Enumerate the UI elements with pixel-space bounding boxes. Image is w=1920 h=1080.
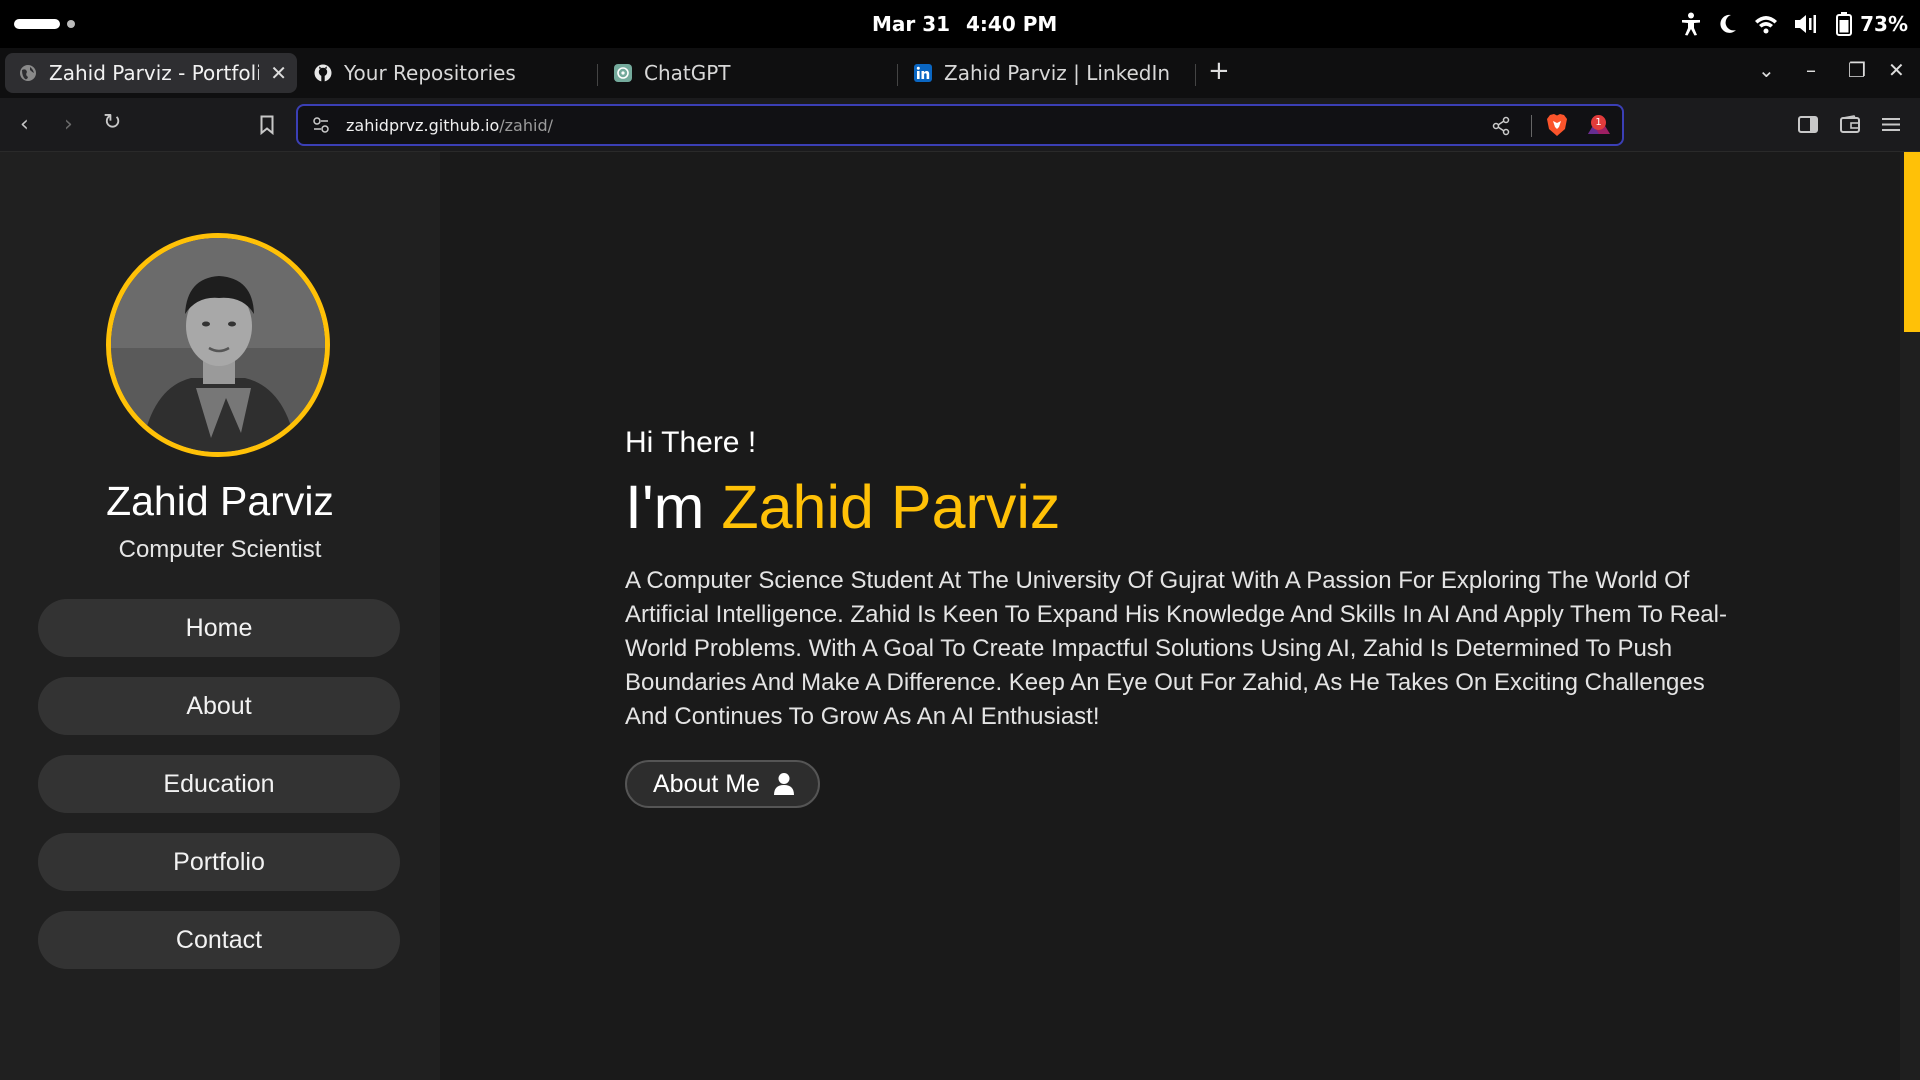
system-time[interactable]: 4:40 PM [966, 12, 1057, 36]
tab-title: ChatGPT [644, 61, 731, 85]
battery-icon[interactable] [1836, 12, 1853, 36]
tab-portfolio[interactable]: Zahid Parviz - Portfolio ✕ [5, 53, 297, 93]
browser-toolbar: ‹ › ↻ zahidprvz.github.io/zahid/ 1 [0, 98, 1920, 152]
wallet-icon[interactable] [1840, 115, 1860, 133]
address-bar[interactable]: zahidprvz.github.io/zahid/ 1 [296, 104, 1624, 146]
url-domain: zahidprvz.github.io [346, 116, 500, 135]
rewards-badge: 1 [1591, 115, 1606, 130]
brave-rewards-button[interactable]: 1 [1586, 113, 1612, 141]
workspace-dot[interactable] [67, 20, 75, 28]
minimize-window-icon[interactable]: – [1806, 58, 1816, 82]
system-top-bar: Mar 31 4:40 PM 73% [0, 0, 1920, 48]
night-mode-icon[interactable] [1718, 13, 1738, 35]
close-tab-icon[interactable]: ✕ [270, 61, 287, 85]
nav-portfolio-button[interactable]: Portfolio [38, 833, 400, 891]
hero-description: A Computer Science Student At The Univer… [625, 567, 1727, 730]
profile-role: Computer Scientist [118, 536, 322, 563]
forward-icon[interactable]: › [64, 112, 73, 137]
workspace-indicator[interactable] [14, 19, 60, 29]
linkedin-icon [914, 64, 932, 82]
chatgpt-icon [614, 64, 632, 82]
profile-photo [106, 233, 330, 457]
restore-window-icon[interactable]: ❐ [1848, 58, 1866, 82]
bookmark-icon[interactable] [260, 115, 274, 135]
tab-list-chevron-icon[interactable]: ⌄ [1758, 58, 1775, 82]
nav-home-button[interactable]: Home [38, 599, 400, 657]
tab-chatgpt[interactable]: ChatGPT [600, 53, 890, 93]
nav-contact-button[interactable]: Contact [38, 911, 400, 969]
system-date[interactable]: Mar 31 [872, 12, 950, 36]
about-me-label: About Me [653, 769, 761, 798]
new-tab-button[interactable]: + [1208, 56, 1230, 86]
web-page: Zahid Parviz Computer Scientist Home Abo… [0, 152, 1920, 1080]
globe-icon [20, 65, 36, 81]
url-text[interactable]: zahidprvz.github.io/zahid/ [346, 116, 553, 135]
wifi-icon[interactable] [1754, 14, 1778, 34]
github-icon [314, 64, 332, 82]
tab-title: Zahid Parviz | LinkedIn [944, 61, 1171, 85]
url-separator [1531, 115, 1532, 137]
nav-about-button[interactable]: About [38, 677, 400, 735]
volume-icon[interactable] [1794, 13, 1820, 35]
hero-heading: I'm Zahid Parviz [625, 472, 1060, 542]
tab-separator [597, 64, 598, 86]
person-portrait-icon [111, 238, 325, 452]
reload-icon[interactable]: ↻ [103, 110, 121, 135]
accessibility-icon[interactable] [1680, 12, 1702, 36]
tab-separator [897, 64, 898, 86]
battery-percent: 73% [1860, 12, 1908, 36]
page-scrollbar-thumb[interactable] [1904, 152, 1920, 332]
back-icon[interactable]: ‹ [20, 112, 29, 137]
menu-icon[interactable] [1882, 117, 1900, 132]
system-tray[interactable]: 73% [1680, 10, 1908, 38]
browser-tab-strip: Zahid Parviz - Portfolio ✕ Your Reposito… [0, 48, 1920, 98]
profile-name: Zahid Parviz [106, 478, 334, 524]
url-path: /zahid/ [499, 116, 553, 135]
about-me-button[interactable]: About Me [625, 760, 821, 808]
hero-name: Zahid Parviz [721, 473, 1061, 541]
tab-separator [1195, 64, 1196, 86]
tab-repositories[interactable]: Your Repositories [300, 53, 590, 93]
tab-title: Your Repositories [344, 61, 516, 85]
nav-education-button[interactable]: Education [38, 755, 400, 813]
hero-heading-prefix: I'm [625, 473, 722, 541]
tab-linkedin[interactable]: Zahid Parviz | LinkedIn [900, 53, 1190, 93]
site-settings-icon[interactable] [312, 116, 330, 134]
hero-section: Hi There ! I'm Zahid Parviz A Computer S… [440, 152, 1900, 1080]
brave-shields-icon[interactable] [1546, 113, 1568, 137]
share-icon[interactable] [1492, 116, 1510, 136]
tab-title: Zahid Parviz - Portfolio [49, 61, 259, 85]
hero-greeting: Hi There ! [625, 426, 757, 459]
user-icon [774, 773, 795, 795]
profile-sidebar: Zahid Parviz Computer Scientist Home Abo… [0, 152, 440, 1080]
sidebar-toggle-icon[interactable] [1798, 116, 1818, 133]
close-window-icon[interactable]: ✕ [1888, 58, 1905, 82]
